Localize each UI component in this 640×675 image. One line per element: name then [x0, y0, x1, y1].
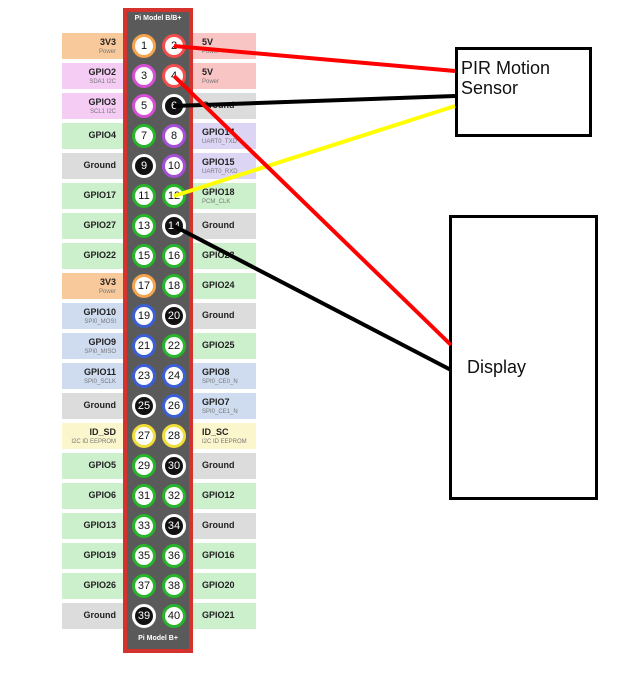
- wire-pin2-to-pir: [173, 44, 456, 73]
- wire-layer: [172, 44, 456, 372]
- wire-pin4-to-display: [172, 74, 453, 347]
- wire-pin14-to-display: [173, 224, 452, 372]
- gpio-wiring-diagram: Pi Model B/B+ Pi Model B+ 3V3 Power 5V Powe…: [0, 0, 640, 675]
- wire-pin6-to-pir: [173, 94, 456, 108]
